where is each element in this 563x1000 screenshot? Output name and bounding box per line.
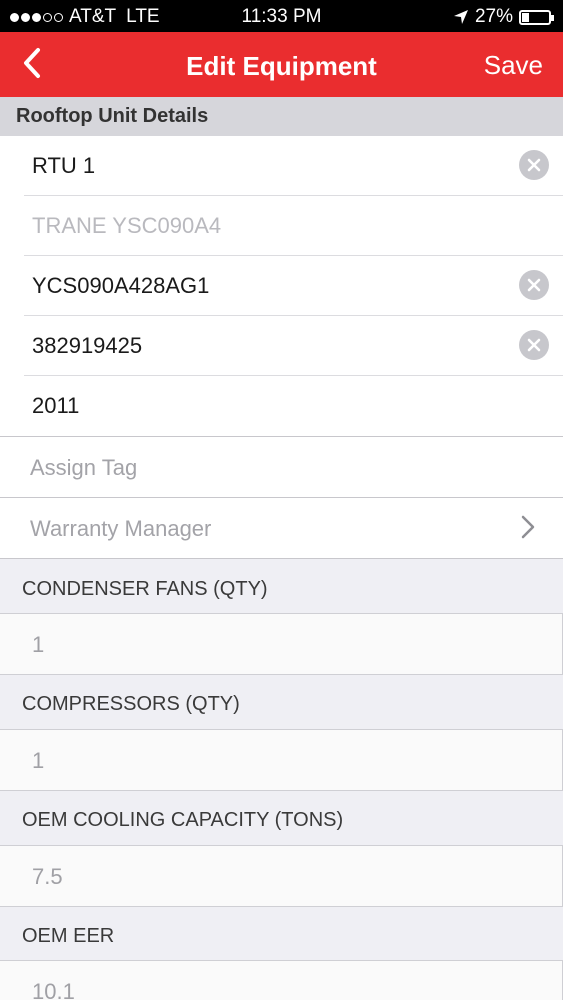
compressors-value: 1 (32, 748, 45, 773)
save-button[interactable]: Save (484, 50, 543, 81)
warranty-manager-cell[interactable]: Warranty Manager (0, 498, 563, 559)
condenser-fans-input[interactable]: 1 (0, 613, 563, 675)
assign-tag-label: Assign Tag (30, 455, 138, 480)
compressors-label: COMPRESSORS (QTY) (22, 693, 240, 715)
unit-name-value: RTU 1 (32, 153, 96, 178)
location-arrow-icon (453, 10, 468, 24)
battery-icon (519, 9, 554, 25)
oem-eer-label: OEM EER (22, 925, 115, 947)
compressors-input[interactable]: 1 (0, 729, 563, 791)
cooling-capacity-label: OEM COOLING CAPACITY (TONS) (22, 809, 344, 831)
condenser-fans-value: 1 (32, 632, 45, 657)
chevron-right-icon (521, 515, 535, 539)
section-header: Rooftop Unit Details (0, 97, 563, 136)
serial-number-field[interactable]: 382919425 (0, 316, 563, 376)
unit-name-field[interactable]: RTU 1 (0, 136, 563, 196)
oem-eer-input[interactable]: 10.1 (0, 960, 563, 1000)
status-bar: AT&T LTE 11:33 PM 27% (0, 0, 563, 32)
model-placeholder: TRANE YSC090A4 (32, 213, 222, 238)
battery-percent: 27% (474, 6, 513, 27)
clear-icon[interactable] (519, 150, 549, 180)
condenser-fans-label: CONDENSER FANS (QTY) (22, 578, 268, 600)
model-number-value: YCS090A428AG1 (32, 273, 210, 298)
cooling-capacity-input[interactable]: 7.5 (0, 845, 563, 907)
nav-bar: Edit Equipment Save (0, 32, 563, 97)
model-number-field[interactable]: YCS090A428AG1 (0, 256, 563, 316)
year-value: 2011 (32, 393, 80, 418)
page-title: Edit Equipment (186, 51, 377, 81)
oem-eer-value: 10.1 (32, 979, 75, 1000)
cooling-capacity-value: 7.5 (32, 864, 63, 889)
serial-number-value: 382919425 (32, 333, 143, 358)
model-field[interactable]: TRANE YSC090A4 (0, 196, 563, 256)
year-field[interactable]: 2011 (0, 376, 563, 436)
clear-icon[interactable] (519, 330, 549, 360)
warranty-manager-label: Warranty Manager (30, 516, 212, 541)
assign-tag-cell[interactable]: Assign Tag (0, 437, 563, 498)
clear-icon[interactable] (519, 270, 549, 300)
rooftop-unit-fields: RTU 1 TRANE YSC090A4 YCS090A428AG1 38291… (0, 136, 563, 437)
